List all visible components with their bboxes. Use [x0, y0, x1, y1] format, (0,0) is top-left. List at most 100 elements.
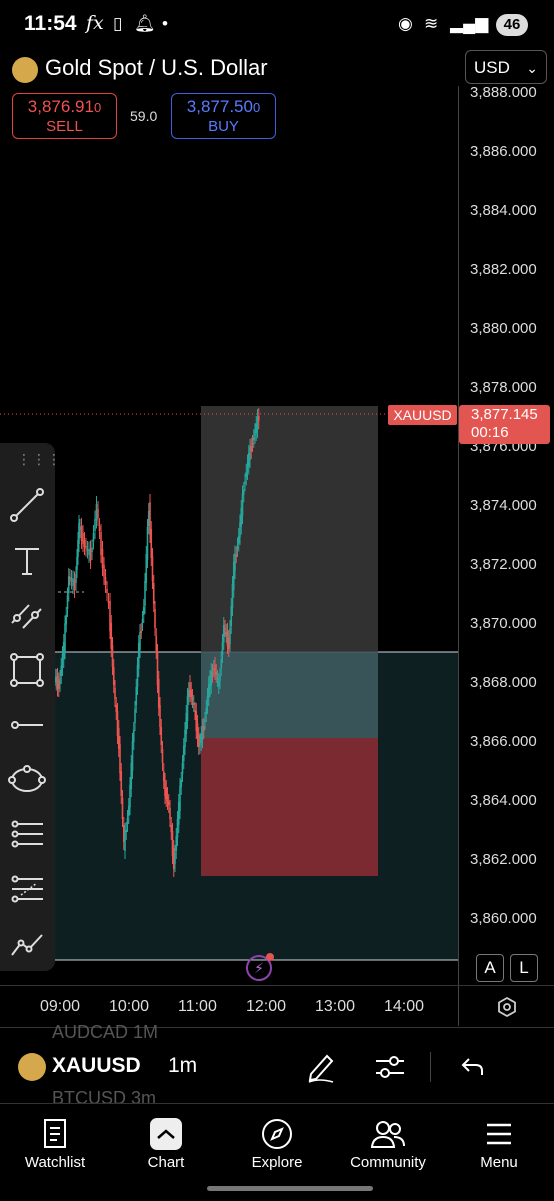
candle-body	[222, 625, 225, 642]
time-label: 13:00	[315, 998, 356, 1015]
price-tick-label: 3,878.000	[470, 379, 537, 396]
candle-body	[114, 688, 116, 699]
candle-body	[235, 554, 238, 557]
price-tick-label: 3,862.000	[470, 851, 537, 868]
candle-body	[115, 705, 118, 712]
candle-body	[126, 818, 129, 824]
nav-watchlist[interactable]: Watchlist	[0, 1114, 110, 1171]
candle-body	[73, 579, 76, 590]
notification-dot	[266, 953, 274, 961]
trend-line-tool-icon[interactable]	[7, 485, 47, 525]
bell-icon: 🔔︎	[134, 14, 156, 33]
price-tick-label: 3,860.000	[470, 910, 537, 927]
target-zone	[201, 406, 378, 652]
nav-community[interactable]: Community	[333, 1114, 443, 1171]
candle-body	[202, 726, 205, 731]
candle-body	[131, 741, 134, 771]
symbol-price-tag: XAUUSD	[388, 405, 457, 425]
chart-settings-icon[interactable]	[496, 996, 518, 1018]
candle-body	[146, 527, 149, 560]
time-label: 10:00	[109, 998, 150, 1015]
candle-body	[98, 526, 101, 531]
candle-body	[112, 667, 115, 685]
candle-body	[220, 659, 223, 668]
candle-body	[134, 709, 136, 723]
candle-body	[257, 416, 260, 421]
candle-body	[157, 679, 160, 708]
menu-icon	[487, 1123, 511, 1145]
pencil-icon[interactable]	[305, 1050, 337, 1084]
rectangle-tool-icon[interactable]	[7, 650, 47, 690]
price-chart[interactable]	[0, 86, 458, 986]
price-tick-label: 3,866.000	[470, 733, 537, 750]
candle-body	[190, 690, 193, 697]
candle-body	[182, 746, 185, 761]
candle-body	[125, 830, 128, 832]
toolbar-symbol[interactable]: XAUUSD	[52, 1054, 141, 1078]
candle-body	[80, 526, 83, 541]
time-label: 11:00	[178, 998, 217, 1015]
candle-body	[94, 518, 96, 531]
nav-chart[interactable]: Chart	[111, 1114, 221, 1171]
gold-logo-icon	[18, 1053, 46, 1081]
community-icon	[370, 1121, 405, 1148]
drawing-toolbar: ⋮⋮⋮	[0, 443, 61, 971]
channel-tool-icon[interactable]	[7, 595, 47, 635]
candle-body	[72, 578, 74, 586]
nav-menu[interactable]: Menu	[444, 1114, 554, 1171]
price-tick-label: 3,868.000	[470, 674, 537, 691]
candle-body	[252, 437, 255, 440]
toolbar-divider	[430, 1052, 431, 1082]
drag-handle-icon[interactable]: ⋮⋮⋮	[17, 451, 62, 468]
interval-select[interactable]: 1m	[168, 1054, 197, 1078]
candle-body	[132, 730, 135, 742]
candle-body	[191, 697, 194, 700]
candle-body	[160, 727, 163, 745]
nav-label: Explore	[251, 1154, 303, 1171]
candle-body	[186, 696, 189, 721]
candle-body	[175, 836, 178, 851]
candle-body	[135, 687, 138, 705]
candle-body	[92, 533, 95, 542]
auto-scale-button[interactable]: A	[476, 954, 504, 982]
chart-icon	[150, 1118, 182, 1150]
symbol-title[interactable]: Gold Spot / U.S. Dollar	[45, 55, 268, 81]
ellipse-tool-icon[interactable]	[7, 760, 47, 800]
nav-explore[interactable]: Explore	[222, 1114, 332, 1171]
candle-body	[120, 771, 123, 796]
candle-body	[251, 443, 254, 445]
undo-icon[interactable]	[460, 1055, 486, 1079]
text-tool-icon[interactable]	[7, 541, 47, 581]
time-label: 09:00	[40, 998, 81, 1015]
candle-body	[242, 490, 245, 495]
current-price-tag: 3,877.145 00:16	[459, 405, 550, 444]
wifi-icon: ≋	[424, 14, 439, 33]
price-tick-label: 3,888.000	[470, 84, 537, 101]
candle-body	[103, 565, 105, 577]
candle-body	[142, 607, 145, 615]
candle-body	[150, 529, 153, 558]
horizontal-ray-tool-icon[interactable]	[7, 705, 47, 745]
profit-zone	[201, 652, 378, 738]
candle-body	[250, 446, 253, 451]
nav-label: Watchlist	[24, 1154, 86, 1171]
candle-body	[70, 578, 73, 582]
candle-body	[119, 744, 121, 773]
compass-icon	[262, 1119, 292, 1149]
price-axis-divider	[458, 86, 459, 1026]
candle-body	[152, 583, 155, 604]
indicators-settings-icon[interactable]	[373, 1052, 407, 1082]
phone-icon: ▯	[113, 14, 123, 33]
log-scale-button[interactable]: L	[510, 954, 538, 982]
candle-body	[159, 705, 161, 727]
short-position-tool-icon[interactable]	[7, 870, 47, 910]
currency-select[interactable]: USD ⌄	[465, 50, 547, 84]
chevron-down-icon: ⌄	[526, 60, 538, 76]
path-tool-icon[interactable]	[7, 923, 47, 963]
candle-countdown: 00:16	[471, 424, 509, 441]
current-price: 3,877.145	[471, 406, 538, 423]
candle-body	[104, 577, 107, 585]
time-axis[interactable]: 09:00 10:00 11:00 12:00 13:00 14:00	[0, 985, 554, 1026]
candle-body	[111, 645, 114, 667]
long-position-tool-icon[interactable]	[7, 815, 47, 855]
